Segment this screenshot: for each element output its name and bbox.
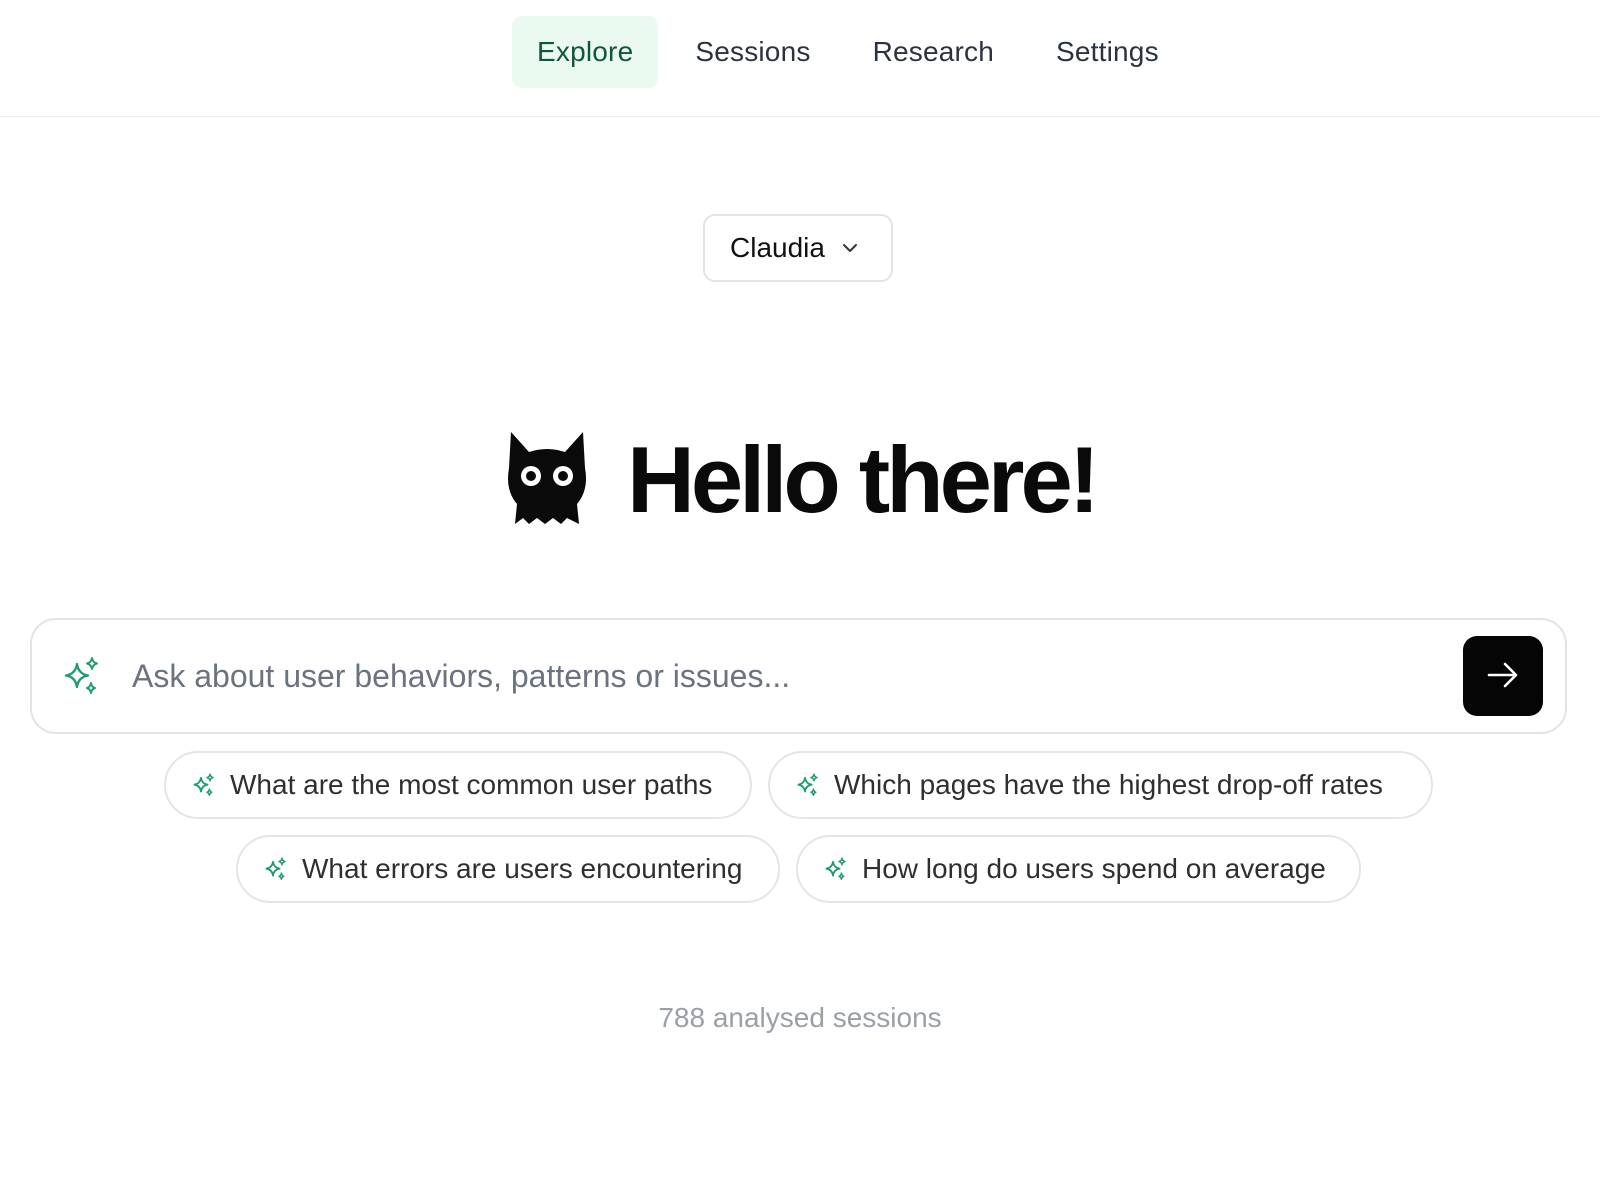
suggestion-chip-drop-off[interactable]: Which pages have the highest drop-off ra… <box>768 751 1433 819</box>
chevron-down-icon <box>841 239 859 257</box>
sparkles-icon <box>796 773 820 797</box>
top-navigation-bar: Explore Sessions Research Settings <box>0 0 1600 117</box>
suggestion-chip-label: What errors are users encountering <box>302 853 743 884</box>
submit-button[interactable] <box>1463 636 1543 716</box>
ask-input[interactable] <box>132 657 1463 695</box>
tab-settings[interactable]: Settings <box>1031 16 1184 88</box>
cat-mascot-icon <box>505 428 589 533</box>
ask-search-bar <box>30 618 1567 734</box>
sparkles-icon <box>264 857 288 881</box>
suggestion-chip-label: What are the most common user paths <box>230 769 713 800</box>
sparkles-icon <box>192 773 216 797</box>
hero-greeting: Hello there! <box>505 427 1100 533</box>
suggestion-chip-common-paths[interactable]: What are the most common user paths <box>164 751 752 819</box>
tab-explore[interactable]: Explore <box>512 16 659 88</box>
suggestion-chip-errors[interactable]: What errors are users encountering <box>236 835 780 903</box>
suggestion-chip-time-spent[interactable]: How long do users spend on average <box>796 835 1361 903</box>
user-selector-value: Claudia <box>730 232 825 263</box>
tab-sessions[interactable]: Sessions <box>670 16 835 88</box>
sparkles-icon <box>824 857 848 881</box>
nav-tabs: Explore Sessions Research Settings <box>512 16 1184 88</box>
arrow-right-icon <box>1485 657 1521 696</box>
sparkles-icon <box>62 656 102 696</box>
suggestion-chip-label: How long do users spend on average <box>862 853 1326 884</box>
tab-research[interactable]: Research <box>848 16 1019 88</box>
analysed-sessions-count: 788 analysed sessions <box>658 1002 942 1033</box>
greeting-heading: Hello there! <box>627 427 1100 532</box>
suggestion-chip-label: Which pages have the highest drop-off ra… <box>834 769 1383 800</box>
user-selector-dropdown[interactable]: Claudia <box>703 214 893 282</box>
